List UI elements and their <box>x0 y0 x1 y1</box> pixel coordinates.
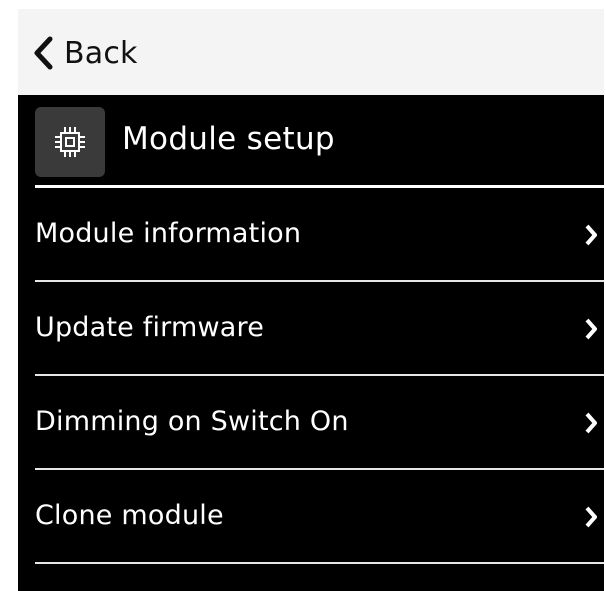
chip-icon <box>35 107 105 177</box>
menu-item-clone-module[interactable]: Clone module <box>18 470 604 564</box>
chevron-right-icon <box>584 411 598 439</box>
menu-item-label: Dimming on Switch On <box>35 406 349 437</box>
menu-item-label: Clone module <box>35 500 224 531</box>
page-title: Module setup <box>122 121 335 157</box>
menu-item-update-firmware[interactable]: Update firmware <box>18 282 604 376</box>
menu-divider <box>35 562 604 564</box>
back-label: Back <box>64 35 138 71</box>
chevron-right-icon <box>584 317 598 345</box>
back-button[interactable]: Back <box>32 29 138 77</box>
settings-menu: Module information Update firmware Dimmi… <box>18 188 604 564</box>
chevron-left-icon <box>32 36 54 70</box>
menu-item-module-information[interactable]: Module information <box>18 188 604 282</box>
menu-item-dimming-on-switch-on[interactable]: Dimming on Switch On <box>18 376 604 470</box>
menu-item-label: Update firmware <box>35 312 265 343</box>
screen: Back Module setup Module information Upd… <box>18 9 604 591</box>
menu-item-label: Module information <box>35 218 302 249</box>
page-header: Module setup <box>18 95 604 185</box>
top-bar: Back <box>18 9 604 95</box>
chevron-right-icon <box>584 505 598 533</box>
chevron-right-icon <box>584 223 598 251</box>
